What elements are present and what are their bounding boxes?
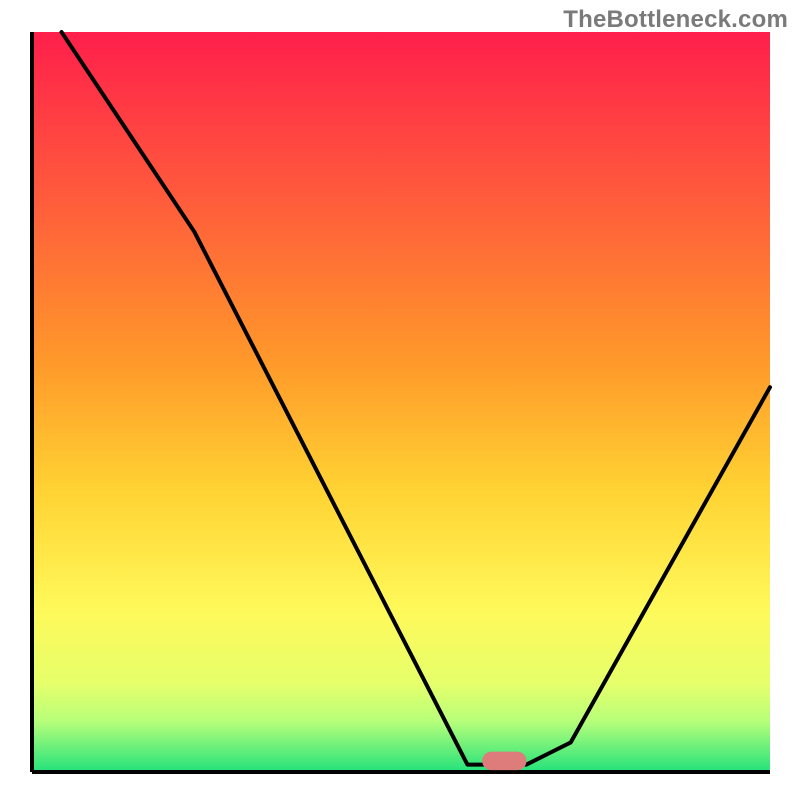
optimum-pill [482,752,526,771]
plot-background [32,32,770,772]
chart-svg [0,0,800,800]
chart-container: TheBottleneck.com [0,0,800,800]
